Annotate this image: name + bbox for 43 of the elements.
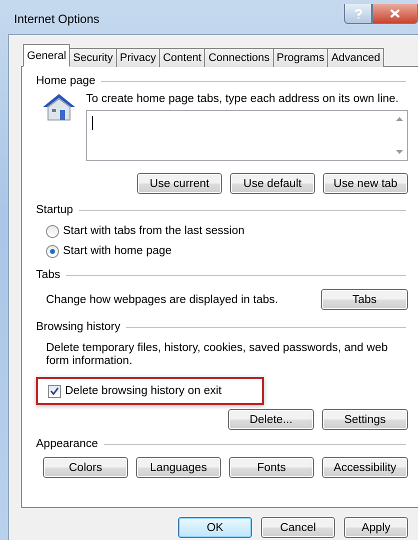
history-button[interactable]: Settings [322,409,408,430]
window-title: Internet Options [13,12,100,26]
home-page-button[interactable]: Use default [230,173,315,194]
home-page-button[interactable]: Use current [137,173,222,194]
close-button[interactable] [372,4,418,24]
tab[interactable]: Programs [272,48,328,67]
dialog-button[interactable]: Apply [344,517,408,538]
tab[interactable]: Connections [204,48,274,67]
appearance-button[interactable]: Fonts [229,457,314,478]
check-icon [50,387,59,395]
appearance-button[interactable]: Colors [43,457,128,478]
description-text: Delete temporary files, history, cookies, saved passwords, and web form information. [46,342,389,368]
checkbox-label: Delete browsing history on exit [65,384,222,398]
dialog-button[interactable]: Cancel [261,517,335,538]
help-icon [354,8,362,18]
section-heading: Browsing history [36,321,120,333]
tab[interactable]: General [23,44,70,67]
section-heading: Home page [36,75,96,87]
radio-label: Start with home page [63,244,172,258]
section-heading: Startup [36,204,74,216]
section-heading: Tabs [36,269,60,281]
tab[interactable]: Privacy [116,48,160,67]
history-button[interactable]: Delete... [228,409,314,430]
description-text: Change how webpages are displayed in tabs. [46,292,278,306]
appearance-button[interactable]: Languages [136,457,221,478]
checkbox[interactable] [48,384,61,398]
dialog-button[interactable]: OK [178,517,252,538]
tab[interactable]: Security [69,48,117,67]
tabs-settings-button[interactable]: Tabs [321,289,408,310]
radio-button[interactable] [46,224,59,238]
home-page-button[interactable]: Use new tab [323,173,408,194]
help-button[interactable] [344,4,372,24]
close-icon [390,9,400,18]
radio-button[interactable] [46,244,59,258]
instruction-text: To create home page tabs, type each address on its own line. [86,92,400,106]
appearance-button[interactable]: Accessibility [322,457,408,478]
radio-label: Start with tabs from the last session [63,224,245,238]
tab[interactable]: Content [158,48,206,67]
section-heading: Appearance [36,438,98,450]
tab[interactable]: Advanced [327,48,384,67]
address-field[interactable] [86,110,408,161]
scroll-down-icon [396,150,402,154]
scroll-up-icon [396,117,402,121]
